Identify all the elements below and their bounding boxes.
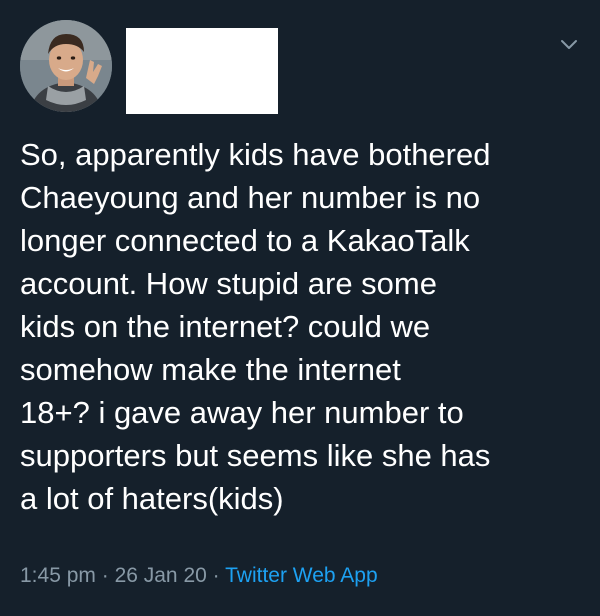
tweet-source-link[interactable]: Twitter Web App [225, 564, 378, 587]
tweet-time[interactable]: 1:45 pm [20, 564, 96, 587]
tweet-text: So, apparently kids have bothered Chaeyo… [20, 137, 491, 516]
meta-separator: · [206, 564, 226, 587]
name-redaction-box [126, 28, 278, 114]
meta-separator: · [95, 564, 115, 587]
avatar-image [20, 20, 112, 112]
avatar[interactable] [20, 20, 112, 112]
tweet-date[interactable]: 26 Jan 20 [115, 564, 207, 587]
tweet-meta: 1:45 pm · 26 Jan 20 · Twitter Web App [20, 563, 378, 589]
tweet-card: So, apparently kids have bothered Chaeyo… [0, 0, 600, 616]
chevron-down-icon[interactable] [557, 32, 581, 56]
